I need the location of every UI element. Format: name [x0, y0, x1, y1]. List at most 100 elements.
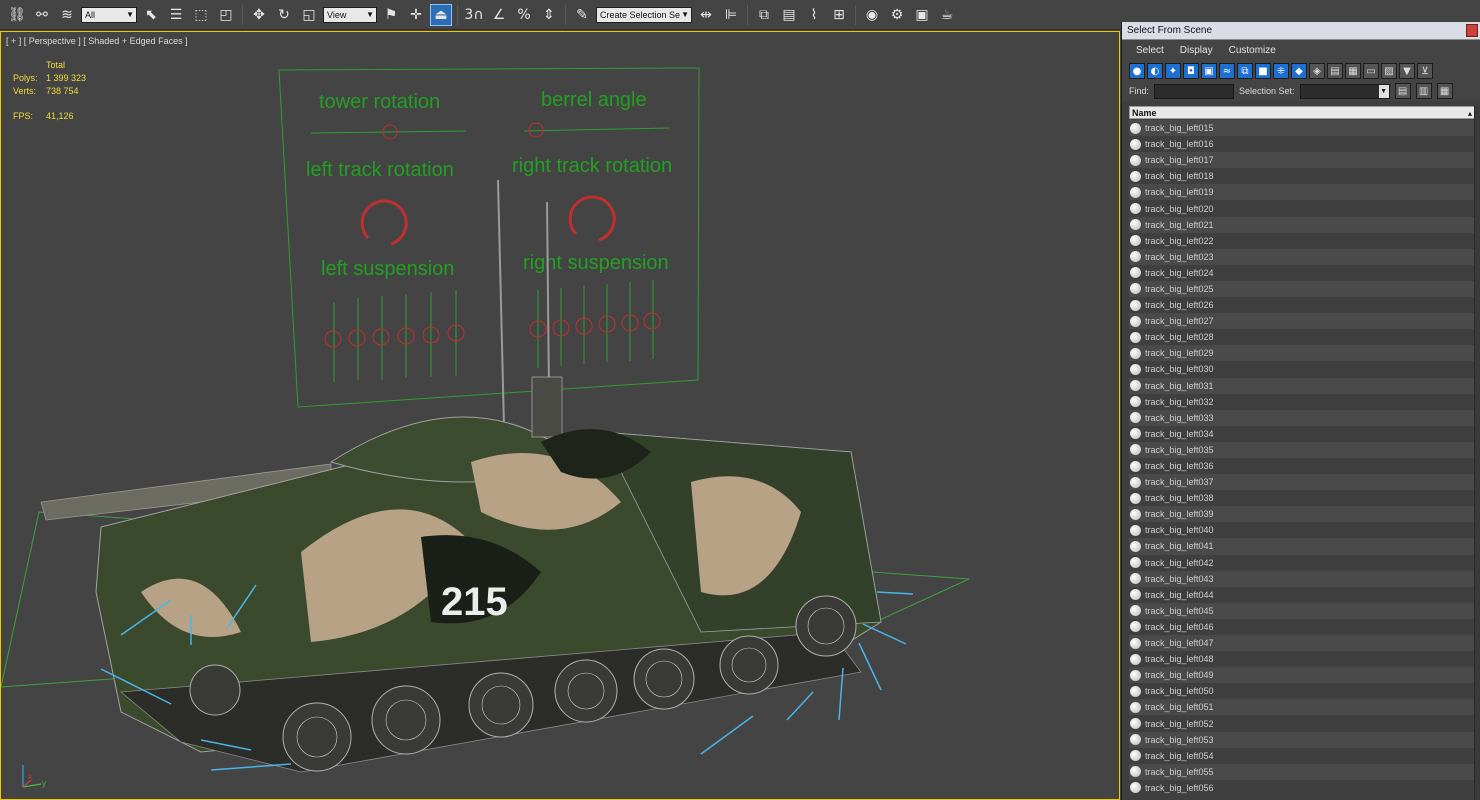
selection-set-edit-icon[interactable]: ▦: [1436, 83, 1453, 99]
display-groups-icon[interactable]: ⧉: [1237, 63, 1253, 79]
selection-set-add-icon[interactable]: ▤: [1394, 83, 1411, 99]
select-invert-icon[interactable]: ▨: [1381, 63, 1397, 79]
right-suspension-knobs[interactable]: [529, 312, 661, 338]
display-hidden-icon[interactable]: ▤: [1327, 63, 1343, 79]
list-item[interactable]: track_big_left052: [1129, 715, 1474, 732]
unlink-icon[interactable]: ⚯: [31, 4, 53, 26]
selection-filter-dropdown[interactable]: All ▼: [81, 6, 137, 23]
select-object-icon[interactable]: ⬉: [140, 4, 162, 26]
reference-coordinate-dropdown[interactable]: View ▼: [323, 6, 377, 23]
layer-manager-icon[interactable]: ⧉: [753, 4, 775, 26]
spinner-snap-icon[interactable]: ⇕: [538, 4, 560, 26]
render-production-icon[interactable]: ☕: [936, 4, 958, 26]
list-item[interactable]: track_big_left043: [1129, 570, 1474, 587]
list-item[interactable]: track_big_left021: [1129, 216, 1474, 233]
rotate-icon[interactable]: ↻: [273, 4, 295, 26]
snaps-toggle-icon[interactable]: 3 ∩: [463, 4, 485, 26]
list-item[interactable]: track_big_left048: [1129, 651, 1474, 668]
bind-space-warp-icon[interactable]: ≋: [56, 4, 78, 26]
graphite-ribbon-icon[interactable]: ▤: [778, 4, 800, 26]
filter-icon[interactable]: ▼: [1399, 63, 1415, 79]
left-track-rotate-icon[interactable]: [360, 199, 408, 246]
rect-selection-icon[interactable]: ⬚: [190, 4, 212, 26]
list-item[interactable]: track_big_left047: [1129, 635, 1474, 652]
list-item[interactable]: track_big_left046: [1129, 618, 1474, 635]
display-space-warps-icon[interactable]: ≈: [1219, 63, 1235, 79]
selection-set-dropdown[interactable]: ▼: [1299, 83, 1390, 99]
display-containers-icon[interactable]: ◆: [1291, 63, 1307, 79]
material-editor-icon[interactable]: ◉: [861, 4, 883, 26]
edit-named-selection-icon[interactable]: ✎: [571, 4, 593, 26]
window-crossing-icon[interactable]: ◰: [215, 4, 237, 26]
select-all-icon[interactable]: ▦: [1345, 63, 1361, 79]
move-icon[interactable]: ✥: [248, 4, 270, 26]
list-item[interactable]: track_big_left054: [1129, 747, 1474, 764]
rendered-frame-window-icon[interactable]: ▣: [911, 4, 933, 26]
filter-options-icon[interactable]: ⊻: [1417, 63, 1433, 79]
list-item[interactable]: track_big_left022: [1129, 232, 1474, 249]
list-item[interactable]: track_big_left037: [1129, 474, 1474, 491]
display-bones-icon[interactable]: ⁜: [1273, 63, 1289, 79]
menu-display[interactable]: Display: [1172, 45, 1221, 56]
display-lights-icon[interactable]: ✦: [1165, 63, 1181, 79]
list-item[interactable]: track_big_left024: [1129, 264, 1474, 281]
list-item[interactable]: track_big_left036: [1129, 457, 1474, 475]
list-item[interactable]: track_big_left026: [1129, 297, 1474, 314]
named-selection-set-dropdown[interactable]: Create Selection Se ▼: [596, 6, 692, 23]
right-track-rotate-icon[interactable]: [568, 195, 616, 242]
list-item[interactable]: track_big_left032: [1129, 393, 1474, 410]
list-item[interactable]: track_big_left049: [1129, 667, 1474, 684]
angle-snap-icon[interactable]: ∠: [488, 4, 510, 26]
perspective-viewport[interactable]: tower rotation berrel angle left track r…: [0, 31, 1120, 800]
list-item[interactable]: track_big_left042: [1129, 554, 1474, 571]
left-suspension-knobs[interactable]: [324, 324, 465, 348]
percent-snap-icon[interactable]: %: [513, 4, 535, 26]
column-header-name[interactable]: Name ▴: [1129, 106, 1476, 119]
list-item[interactable]: track_big_left025: [1129, 280, 1474, 298]
link-icon[interactable]: ⛓: [6, 4, 28, 26]
display-geometry-icon[interactable]: ●: [1129, 63, 1145, 79]
list-item[interactable]: track_big_left020: [1129, 200, 1474, 217]
list-item[interactable]: track_big_left029: [1129, 345, 1474, 362]
select-by-name-icon[interactable]: ☰: [165, 4, 187, 26]
select-none-icon[interactable]: ▭: [1363, 63, 1379, 79]
list-item[interactable]: track_big_left039: [1129, 506, 1474, 523]
display-cameras-icon[interactable]: ◘: [1183, 63, 1199, 79]
list-item[interactable]: track_big_left031: [1129, 377, 1474, 394]
menu-select[interactable]: Select: [1128, 45, 1172, 56]
close-icon[interactable]: [1466, 24, 1478, 37]
list-item[interactable]: track_big_left030: [1129, 361, 1474, 378]
list-item[interactable]: track_big_left033: [1129, 409, 1474, 426]
list-item[interactable]: track_big_left027: [1129, 313, 1474, 330]
list-item[interactable]: track_big_left053: [1129, 731, 1474, 748]
list-item[interactable]: track_big_left051: [1129, 699, 1474, 716]
curve-editor-icon[interactable]: ⌇: [803, 4, 825, 26]
mirror-icon[interactable]: ⇹: [695, 4, 717, 26]
list-item[interactable]: track_big_left015: [1129, 120, 1474, 137]
display-shapes-icon[interactable]: ◐: [1147, 63, 1163, 79]
align-icon[interactable]: ⊫: [720, 4, 742, 26]
list-item[interactable]: track_big_left023: [1129, 248, 1474, 265]
display-xrefs-icon[interactable]: ■: [1255, 63, 1271, 79]
selection-set-remove-icon[interactable]: ▥: [1415, 83, 1432, 99]
select-manipulate-icon[interactable]: ✛: [405, 4, 427, 26]
scene-object-list[interactable]: track_big_left015 track_big_left016 track_…: [1129, 120, 1474, 800]
list-item[interactable]: track_big_left035: [1129, 441, 1474, 458]
list-item[interactable]: track_big_left055: [1129, 763, 1474, 780]
tank-model[interactable]: 215: [40, 376, 882, 773]
list-item[interactable]: track_big_left018: [1129, 168, 1474, 185]
viewport-label[interactable]: [ + ] [ Perspective ] [ Shaded + Edged F…: [6, 36, 188, 46]
list-item[interactable]: track_big_left040: [1129, 522, 1474, 539]
scene-canvas[interactable]: tower rotation berrel angle left track r…: [1, 32, 1120, 800]
keyboard-shortcut-override-icon[interactable]: ⏏: [430, 3, 452, 26]
render-setup-icon[interactable]: ⚙: [886, 4, 908, 26]
list-item[interactable]: track_big_left028: [1129, 329, 1474, 346]
list-item[interactable]: track_big_left050: [1129, 683, 1474, 700]
display-frozen-icon[interactable]: ◈: [1309, 63, 1325, 79]
schematic-view-icon[interactable]: ⊞: [828, 4, 850, 26]
list-item[interactable]: track_big_left016: [1129, 136, 1474, 153]
list-item[interactable]: track_big_left045: [1129, 602, 1474, 619]
list-item[interactable]: track_big_left044: [1129, 586, 1474, 603]
scale-icon[interactable]: ◱: [298, 4, 320, 26]
find-input[interactable]: [1154, 83, 1235, 99]
